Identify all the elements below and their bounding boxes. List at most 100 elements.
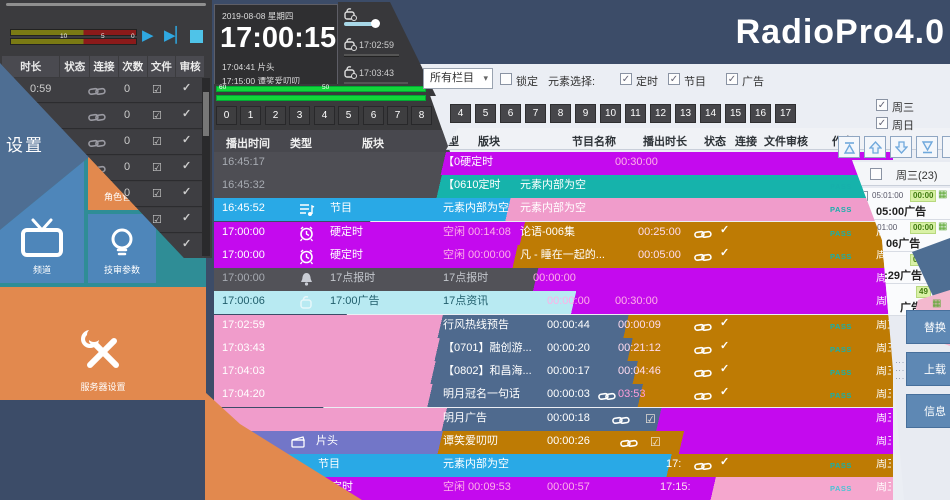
hour-tab-light[interactable]: 4 [450, 104, 471, 123]
hour-tab-light[interactable]: 16 [750, 104, 771, 123]
playlist-row[interactable]: 16:45:32 【0610定时 元素内部为空 PASS [214, 175, 893, 198]
link-icon [694, 369, 712, 378]
info-button[interactable]: 信息 [906, 394, 950, 428]
cell-name: 【0802】和昌海... [443, 366, 532, 377]
tile-tech-params[interactable]: 技审参数 [88, 214, 156, 283]
cell-author: 周三 [876, 413, 891, 424]
hour-tab-dark[interactable]: 2 [265, 106, 286, 125]
slider-thumb[interactable] [371, 19, 380, 28]
cell-name2: 元素内部为空 [520, 180, 586, 191]
cell-block: 硬定时 [330, 227, 363, 238]
calendar-icon: ▦ [938, 222, 947, 232]
cell-author: 周三 [876, 436, 891, 447]
item-offset: 49 [916, 286, 931, 298]
hour-tab-light[interactable]: 7 [525, 104, 546, 123]
lock-checkbox[interactable] [500, 73, 512, 85]
audit-check-icon: ✓ [182, 81, 191, 94]
playlist-row[interactable]: 17:04:20 明月冠名一句话 00:00:03 03:53 ✓ PASS 周… [214, 384, 893, 407]
hour-tab-dark[interactable]: 3 [289, 106, 310, 125]
playlist-row[interactable]: 明月广告 00:00:18 ☑ 周三 [214, 408, 893, 431]
tile-label: 频道 [33, 263, 51, 276]
playlist-row[interactable]: 17:03:43 【0701】融创游... 00:00:20 00:21:12 … [214, 338, 893, 361]
playlist-row[interactable]: 17:00:06 17:00广告 17点资讯 00:00:00 00:30:00… [214, 291, 893, 314]
col-file: 文件 [148, 56, 176, 77]
hour-tab-light[interactable]: 14 [700, 104, 721, 123]
level-meter-2 [216, 95, 426, 101]
cell-author: 周三 [876, 343, 891, 354]
hour-tab-light[interactable]: 9 [575, 104, 596, 123]
category-select[interactable]: 所有栏目 ▾ [423, 68, 493, 89]
hour-tab-light[interactable]: 13 [675, 104, 696, 123]
move-up-button[interactable] [864, 136, 886, 158]
hour-tab-dark[interactable]: 1 [240, 106, 261, 125]
cell-duration2: 00:21:12 [618, 343, 661, 354]
hour-tab-light[interactable]: 6 [500, 104, 521, 123]
dark-playlist-strip: 60 50 0 1 2 3 4 5 6 7 8 播出时间 类型 版块 [214, 84, 450, 152]
stop-button[interactable] [190, 30, 203, 43]
play-button[interactable]: ▶ [142, 28, 154, 43]
splitter-handle[interactable]: ⋮⋮⋮ [897, 358, 902, 382]
playlist-row[interactable]: 片头 谭笑爱叨叨 00:00:26 ☑ 周三 [214, 431, 893, 454]
hour-tab-dark[interactable]: 6 [363, 106, 384, 125]
cell-name: 【0701】融创游... [443, 343, 532, 354]
meter-label-50: 50 [322, 84, 329, 91]
skip-button[interactable]: ▶▏ [164, 28, 187, 43]
upload-button[interactable]: 上载 [906, 352, 950, 386]
cell-block: 17点报时 [330, 273, 375, 284]
program-checkbox[interactable]: ✓ [668, 73, 680, 85]
hour-tab-dark[interactable]: 8 [411, 106, 432, 125]
pass-badge: PASS [830, 206, 852, 214]
scrollbar[interactable] [202, 78, 210, 256]
first-play-button[interactable]: 首 [942, 136, 950, 158]
ad-checkbox[interactable]: ✓ [726, 73, 738, 85]
file-check-icon: ☑ [152, 135, 162, 148]
hour-tab-dark[interactable]: 0 [216, 106, 237, 125]
hour-tab-light[interactable]: 11 [625, 104, 646, 123]
move-top-button[interactable] [838, 136, 860, 158]
playlist-row[interactable]: 16:45:17 【0硬定时 00:30:00 [214, 152, 893, 175]
hour-tab-dark[interactable]: 4 [314, 106, 335, 125]
playlist-row[interactable]: 17:02:59 行风热线预告 00:00:44 00:00:09 ✓ PASS… [214, 315, 893, 338]
playlist-row[interactable]: 17:04:03 【0802】和昌海... 00:00:17 00:04:46 … [214, 361, 893, 384]
col-duration: 播出时长 [643, 133, 687, 149]
cell-block: 节目 [330, 203, 352, 214]
hour-tab-light[interactable]: 15 [725, 104, 746, 123]
cell-name: 元素内部为空 [443, 203, 509, 214]
ad-icon [298, 294, 315, 311]
scrollbar-thumb[interactable] [203, 92, 209, 136]
tile-server-settings[interactable]: 服务器设置 [0, 287, 206, 400]
hour-tab-dark[interactable]: 7 [387, 106, 408, 125]
day-list-header[interactable]: 周三(23) [852, 162, 950, 186]
hour-tab-light[interactable]: 8 [550, 104, 571, 123]
item-offset: 00:00 [910, 222, 936, 234]
cell-name: 明月冠名一句话 [443, 389, 520, 400]
sunday-checkbox[interactable]: ✓ [876, 117, 888, 129]
cell-author: 周三 [876, 320, 891, 331]
cell-duration: 00:00:03 [547, 389, 590, 400]
day-checkbox[interactable] [870, 168, 882, 180]
cell-author: 周三 [876, 482, 891, 493]
hour-tab-light[interactable]: 10 [600, 104, 621, 123]
cell-duration: 00:00:57 [547, 482, 590, 493]
cell-duration: 00:00:00 [533, 273, 576, 284]
meter-label-60: 60 [219, 84, 226, 91]
playlist-row[interactable]: 17:00:00 硬定时 空闲 00:14:08 论语-006集 00:25:0… [214, 222, 893, 245]
playlist-row[interactable]: 17:00:00 17点报时 17点报时 00:00:00 周三 [214, 268, 893, 291]
col-status: 状态 [704, 133, 726, 149]
playlist-row[interactable]: 16:45:52 节目 元素内部为空 元素内部为空 PASS [214, 198, 893, 221]
move-bottom-button[interactable] [916, 136, 938, 158]
playlist-row[interactable]: 17:00:00 硬定时 空闲 00:00:00 凡 - 睡在一起的... 00… [214, 245, 893, 268]
hour-tab-dark[interactable]: 5 [338, 106, 359, 125]
jingle-progress [344, 54, 399, 57]
check-icon: ✓ [720, 364, 729, 375]
next-event-1: 17:04:41 片头 [222, 61, 274, 73]
timer-checkbox[interactable]: ✓ [620, 73, 632, 85]
wednesday-checkbox[interactable]: ✓ [876, 99, 888, 111]
hour-tab-light[interactable]: 17 [775, 104, 796, 123]
move-down-button[interactable] [890, 136, 912, 158]
hour-tab-light[interactable]: 5 [475, 104, 496, 123]
hour-tab-light[interactable]: 12 [650, 104, 671, 123]
replace-button[interactable]: 替换 [906, 310, 950, 344]
wednesday-label: 周三 [892, 99, 914, 115]
file-check-icon: ☑ [152, 161, 162, 174]
